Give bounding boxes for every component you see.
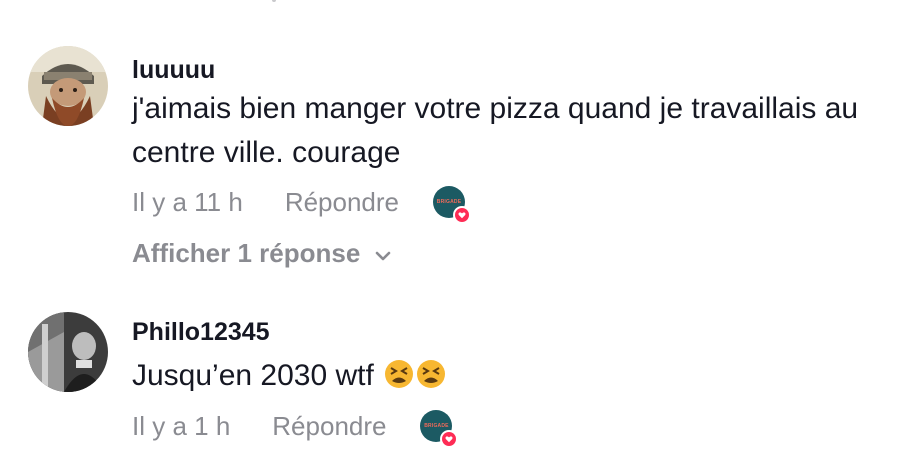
comment-meta: Il y a 1 h Répondre BRIGADE [132,410,459,448]
creator-badge-text: BRIGADE [436,199,462,205]
chevron-down-icon [374,238,392,269]
comment-username[interactable]: Phillo12345 [132,318,270,347]
avatar[interactable] [28,46,108,126]
view-replies-button[interactable]: Afficher 1 réponse [132,238,392,269]
heart-icon [440,430,459,448]
creator-liked-badge: BRIGADE [433,186,472,224]
avatar-image [28,46,108,126]
comment-timestamp: Il y a 11 h [132,186,243,217]
tired-face-emoji [384,358,414,402]
comment-meta: Il y a 11 h Répondre BRIGADE [132,186,472,224]
reply-button[interactable]: Répondre [285,187,399,218]
view-replies-label: Afficher 1 réponse [132,238,361,268]
heart-icon [453,206,472,224]
comment-text-content: Jusqu’en 2030 wtf [132,359,374,392]
creator-badge-text: BRIGADE [424,423,449,429]
comment-username[interactable]: luuuuu [132,56,215,85]
avatar-image [28,312,108,392]
comment-timestamp: Il y a 1 h [132,410,231,441]
creator-liked-badge: BRIGADE [420,410,459,448]
comment-text: Jusqu’en 2030 wtf [132,354,902,402]
comment-text: j'aimais bien manger votre pizza quand j… [132,92,859,169]
reply-button[interactable]: Répondre [272,411,386,442]
previous-comment-remnant [272,0,276,2]
tired-face-emoji [416,358,446,402]
avatar[interactable] [28,312,108,392]
